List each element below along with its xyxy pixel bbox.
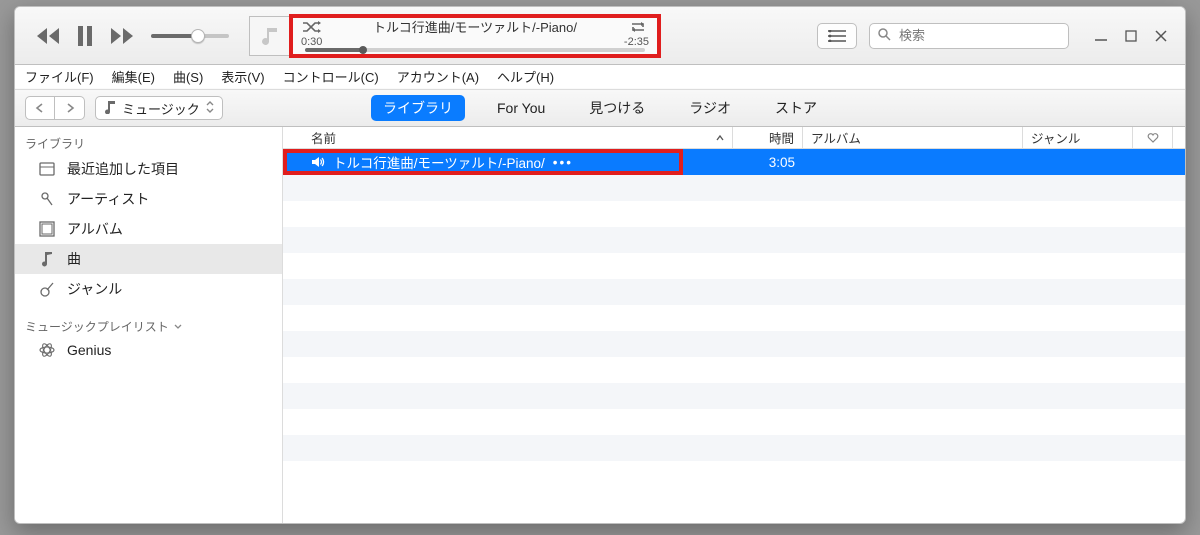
volume-slider[interactable] [151,34,229,38]
window-controls [1087,25,1175,47]
menu-account[interactable]: アカウント(A) [397,67,479,86]
guitar-icon [37,281,57,297]
menu-song[interactable]: 曲(S) [173,67,203,86]
tab-browse[interactable]: 見つける [577,95,657,121]
menu-view[interactable]: 表示(V) [221,67,264,86]
repeat-icon[interactable] [627,21,649,33]
search-box[interactable] [869,23,1069,49]
sidebar-item-label: アルバム [67,219,123,239]
forward-button[interactable] [55,96,85,120]
now-playing-panel: トルコ行進曲/モーツァルト/-Piano/ 0:30 -2:35 [289,14,661,58]
up-next-button[interactable] [817,23,857,49]
sidebar-item-genre[interactable]: ジャンル [15,274,282,304]
sidebar-item-album[interactable]: アルバム [15,214,282,244]
minimize-button[interactable] [1087,25,1115,47]
maximize-button[interactable] [1117,25,1145,47]
back-button[interactable] [25,96,55,120]
now-playing-title: トルコ行進曲/モーツァルト/-Piano/ [373,17,577,36]
app-window: トルコ行進曲/モーツァルト/-Piano/ 0:30 -2:35 [14,6,1186,524]
speaker-icon [311,155,325,169]
col-header-heart[interactable] [1133,127,1173,148]
now-playing: トルコ行進曲/モーツァルト/-Piano/ 0:30 -2:35 [249,14,661,58]
search-input[interactable] [897,27,1077,44]
volume-knob[interactable] [191,29,205,43]
now-playing-artwork[interactable] [249,16,289,56]
atom-icon [37,342,57,358]
content: 名前 時間 アルバム ジャンル [283,127,1185,523]
track-name: トルコ行進曲/モーツァルト/-Piano/ [333,152,545,172]
column-headers: 名前 時間 アルバム ジャンル [283,127,1185,149]
menu-edit[interactable]: 編集(E) [112,67,155,86]
music-note-icon [37,251,57,267]
sidebar-item-label: 最近追加した項目 [67,159,179,179]
track-rows: トルコ行進曲/モーツァルト/-Piano/ ••• 3:05 [283,149,1185,523]
sidebar-item-artist[interactable]: アーティスト [15,184,282,214]
previous-button[interactable] [37,28,59,44]
chevron-down-icon [174,320,182,334]
sidebar-item-label: ジャンル [67,279,122,299]
more-icon[interactable]: ••• [553,155,573,170]
pause-button[interactable] [77,26,93,46]
sidebar-item-songs[interactable]: 曲 [15,244,282,274]
col-header-name[interactable]: 名前 [303,127,733,148]
tab-for-you[interactable]: For You [485,97,557,119]
menu-control[interactable]: コントロール(C) [283,67,379,86]
elapsed-time: 0:30 [301,36,322,48]
sidebar-item-recent[interactable]: 最近追加した項目 [15,154,282,184]
progress-knob[interactable] [359,46,367,54]
sort-up-icon [716,131,724,145]
col-header-album[interactable]: アルバム [803,127,1023,148]
toolbar-right [817,23,1175,49]
menu-help[interactable]: ヘルプ(H) [497,67,554,86]
sidebar-header-library: ライブラリ [15,131,282,154]
chevron-updown-icon [206,101,214,116]
tab-library[interactable]: ライブラリ [371,95,465,121]
sidebar-item-label: アーティスト [67,189,149,209]
sidebar: ライブラリ 最近追加した項目 アーティスト アルバム [15,127,283,523]
search-icon [878,28,891,44]
menu-file[interactable]: ファイル(F) [25,67,94,86]
col-header-genre[interactable]: ジャンル [1023,127,1133,148]
music-note-icon [104,100,116,117]
menubar: ファイル(F) 編集(E) 曲(S) 表示(V) コントロール(C) アカウント… [15,65,1185,89]
sidebar-item-label: Genius [67,342,111,358]
tab-store[interactable]: ストア [763,95,829,121]
playback-controls [37,26,229,46]
close-button[interactable] [1147,25,1175,47]
section-tabs: ライブラリ For You 見つける ラジオ ストア [371,95,829,121]
col-header-time[interactable]: 時間 [733,127,803,148]
source-select-label: ミュージック [122,99,200,118]
remaining-time: -2:35 [624,36,649,48]
top-toolbar: トルコ行進曲/モーツァルト/-Piano/ 0:30 -2:35 [15,7,1185,65]
shuffle-icon[interactable] [301,21,323,33]
track-duration: 3:05 [733,155,803,170]
body: ライブラリ 最近追加した項目 アーティスト アルバム [15,127,1185,523]
album-icon [37,221,57,237]
track-row[interactable]: トルコ行進曲/モーツァルト/-Piano/ ••• 3:05 [283,149,1185,175]
microphone-icon [37,191,57,207]
sidebar-item-label: 曲 [67,249,81,269]
nav-buttons [25,96,85,120]
sidebar-item-genius[interactable]: Genius [15,337,282,363]
sub-toolbar: ミュージック ライブラリ For You 見つける ラジオ ストア [15,89,1185,127]
next-button[interactable] [111,28,133,44]
sidebar-header-playlists[interactable]: ミュージックプレイリスト [15,314,282,337]
progress-bar[interactable] [305,48,645,52]
tab-radio[interactable]: ラジオ [677,95,743,121]
source-select[interactable]: ミュージック [95,96,223,120]
calendar-icon [37,161,57,177]
